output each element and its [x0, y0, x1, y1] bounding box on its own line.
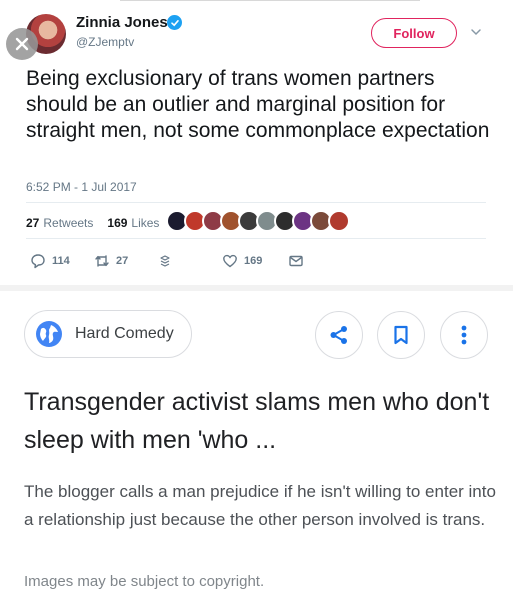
- tweet-card: Zinnia Jones @ZJemptv Follow Being exclu…: [0, 0, 513, 285]
- more-options-button[interactable]: [440, 311, 488, 359]
- globe-icon: [36, 321, 62, 347]
- result-snippet: The blogger calls a man prejudice if he …: [24, 482, 496, 529]
- share-button[interactable]: [315, 311, 363, 359]
- source-chip[interactable]: Hard Comedy: [24, 310, 192, 358]
- reply-icon: [31, 254, 45, 269]
- top-divider: [120, 0, 420, 1]
- retweet-count: 27: [116, 255, 129, 267]
- bookmark-icon: [394, 325, 408, 345]
- source-name: Hard Comedy: [75, 325, 174, 342]
- verified-badge-icon: [167, 15, 182, 30]
- close-icon[interactable]: [6, 28, 38, 60]
- tweet-text: Being exclusionary of trans women partne…: [26, 67, 490, 142]
- retweet-icon: [95, 255, 109, 267]
- likes-label[interactable]: Likes: [131, 216, 159, 230]
- result-headline[interactable]: Transgender activist slams men who don't…: [24, 383, 494, 459]
- save-button[interactable]: [377, 311, 425, 359]
- follow-button[interactable]: Follow: [371, 18, 457, 48]
- engagement-stats: 27 Retweets 169 Likes: [26, 216, 159, 230]
- dm-action[interactable]: [288, 253, 304, 269]
- tweet-timestamp[interactable]: 6:52 PM - 1 Jul 2017: [26, 180, 137, 194]
- share-icon: [330, 326, 347, 344]
- heart-icon: [223, 254, 237, 268]
- likes-count[interactable]: 169: [107, 216, 127, 230]
- section-separator: [0, 285, 513, 291]
- retweets-count[interactable]: 27: [26, 216, 39, 230]
- copyright-notice: Images may be subject to copyright.: [24, 573, 265, 590]
- reply-count: 114: [52, 255, 70, 267]
- stack-action[interactable]: [157, 253, 173, 269]
- divider: [26, 202, 486, 203]
- liker-avatars[interactable]: [166, 210, 350, 232]
- more-vertical-icon: [461, 325, 467, 345]
- chevron-down-icon[interactable]: [469, 25, 483, 39]
- like-action[interactable]: 169: [222, 253, 262, 269]
- retweets-label[interactable]: Retweets: [43, 216, 93, 230]
- reply-action[interactable]: 114: [30, 253, 70, 269]
- like-count: 169: [244, 255, 263, 267]
- author-name[interactable]: Zinnia Jones: [76, 14, 168, 31]
- liker-avatar[interactable]: [328, 210, 350, 232]
- author-handle[interactable]: @ZJemptv: [76, 35, 134, 49]
- stack-icon: [160, 255, 170, 267]
- mail-icon: [289, 255, 303, 267]
- retweet-action[interactable]: 27: [94, 253, 128, 269]
- divider: [26, 238, 486, 239]
